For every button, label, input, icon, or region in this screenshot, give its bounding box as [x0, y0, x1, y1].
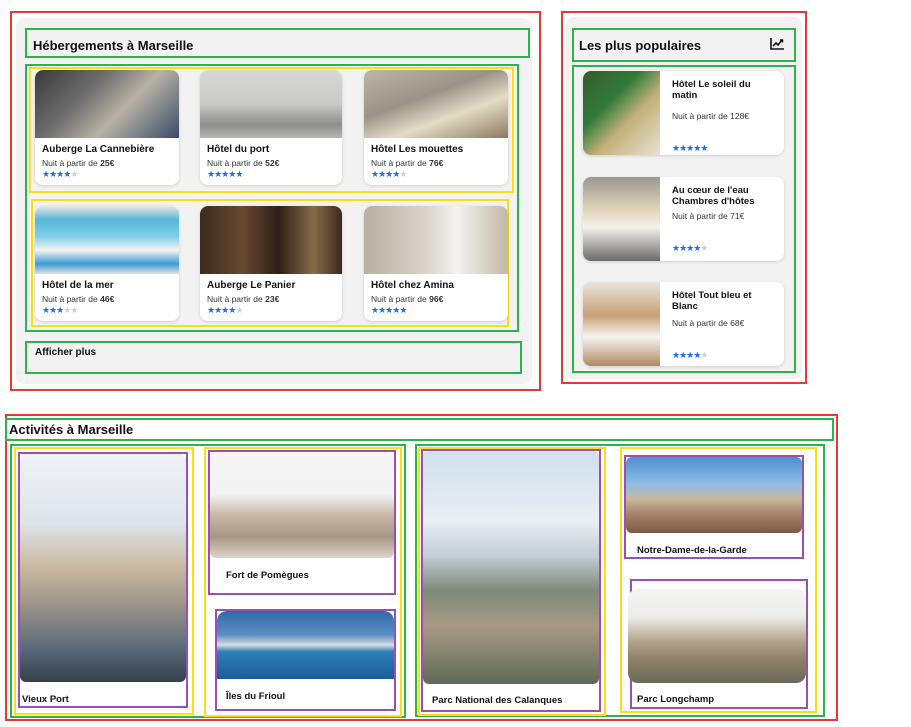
star-icon: ★: [700, 350, 708, 360]
activity-photo: [217, 611, 394, 679]
activity-name: Îles du Frioul: [226, 691, 286, 702]
activity-card[interactable]: Vieux Port: [18, 452, 188, 708]
hotel-photo: [200, 70, 342, 138]
show-more-button[interactable]: Afficher plus: [35, 347, 96, 358]
rating-stars: ★★★★★: [371, 169, 407, 179]
star-icon: ★: [70, 305, 78, 315]
rating-stars: ★★★★★: [672, 243, 708, 253]
activity-name: Parc Longchamp: [637, 694, 715, 705]
popular-hotel-card[interactable]: Hôtel Le soleil du matin Nuit à partir d…: [583, 71, 784, 155]
activity-card[interactable]: Parc Longchamp: [628, 579, 808, 709]
rating-stars: ★★★★★: [207, 305, 243, 315]
hotel-name: Hôtel chez Amina: [371, 280, 454, 291]
star-icon: ★: [235, 169, 243, 179]
hotel-photo: [35, 206, 179, 274]
star-icon: ★: [700, 143, 708, 153]
activity-name: Vieux Port: [22, 694, 69, 705]
rating-stars: ★★★★★: [371, 305, 407, 315]
hotel-name: Hôtel de la mer: [42, 280, 114, 291]
star-icon: ★: [70, 169, 78, 179]
activity-photo: [20, 454, 186, 682]
popular-title: Les plus populaires: [579, 38, 702, 53]
hotel-card[interactable]: Auberge Le Panier Nuit à partir de 23€ ★…: [200, 206, 342, 321]
hotel-name: Au cœur de l'eau Chambres d'hôtes: [672, 185, 755, 207]
activities-title: Activités à Marseille: [9, 422, 134, 437]
activity-card[interactable]: Notre-Dame-de-la-Garde: [624, 455, 804, 559]
hotel-price: Nuit à partir de 128€: [672, 111, 750, 121]
hotel-name: Hôtel du port: [207, 144, 270, 155]
hotel-card[interactable]: Auberge La Cannebière Nuit à partir de 2…: [35, 70, 179, 185]
activity-card[interactable]: Îles du Frioul: [215, 609, 396, 711]
rating-stars: ★★★★★: [207, 169, 243, 179]
hotel-photo: [583, 71, 660, 155]
hotel-name: Hôtel Le soleil du matin: [672, 79, 751, 101]
hotel-name: Hôtel Les mouettes: [371, 144, 464, 155]
star-icon: ★: [700, 243, 708, 253]
show-more-outline: [25, 341, 522, 374]
hotel-photo: [200, 206, 342, 274]
hotel-name: Hôtel Tout bleu et Blanc: [672, 290, 752, 312]
activity-photo: [628, 589, 806, 683]
activity-photo: [626, 457, 802, 533]
hotel-price: Nuit à partir de 46€: [42, 294, 115, 304]
rating-stars: ★★★★★: [672, 350, 708, 360]
star-icon: ★: [235, 305, 243, 315]
hotel-name: Auberge La Cannebière: [42, 144, 155, 155]
activity-name: Fort de Pomègues: [226, 570, 309, 581]
popular-hotel-card[interactable]: Hôtel Tout bleu et Blanc Nuit à partir d…: [583, 282, 784, 366]
activity-name: Parc National des Calanques: [432, 695, 563, 706]
activity-card[interactable]: Fort de Pomègues: [208, 450, 396, 595]
hotel-card[interactable]: Hôtel de la mer Nuit à partir de 46€ ★★★…: [35, 206, 179, 321]
hotel-name: Auberge Le Panier: [207, 280, 296, 291]
rating-stars: ★★★★★: [42, 305, 78, 315]
hotel-price: Nuit à partir de 76€: [371, 158, 444, 168]
hotel-card[interactable]: Hôtel Les mouettes Nuit à partir de 76€ …: [364, 70, 508, 185]
hotel-photo: [583, 177, 660, 261]
hotel-photo: [364, 70, 508, 138]
hotel-price: Nuit à partir de 52€: [207, 158, 280, 168]
hotel-photo: [364, 206, 508, 274]
activity-card[interactable]: Parc National des Calanques: [421, 449, 601, 712]
hotel-price: Nuit à partir de 23€: [207, 294, 280, 304]
hotel-photo: [35, 70, 179, 138]
rating-stars: ★★★★★: [42, 169, 78, 179]
popular-hotel-card[interactable]: Au cœur de l'eau Chambres d'hôtes Nuit à…: [583, 177, 784, 261]
activity-name: Notre-Dame-de-la-Garde: [637, 545, 747, 556]
star-icon: ★: [399, 305, 407, 315]
hotel-photo: [583, 282, 660, 366]
hotel-card[interactable]: Hôtel du port Nuit à partir de 52€ ★★★★★: [200, 70, 342, 185]
rating-stars: ★★★★★: [672, 143, 708, 153]
star-icon: ★: [399, 169, 407, 179]
activity-photo: [210, 452, 394, 558]
hotel-price: Nuit à partir de 25€: [42, 158, 115, 168]
popular-list-outline: Hôtel Le soleil du matin Nuit à partir d…: [572, 65, 796, 373]
accommodations-title: Hébergements à Marseille: [33, 38, 194, 53]
activity-photo: [423, 451, 599, 684]
hotel-price: Nuit à partir de 68€: [672, 318, 745, 328]
hotel-card[interactable]: Hôtel chez Amina Nuit à partir de 96€ ★★…: [364, 206, 508, 321]
trending-chart-icon: [770, 38, 784, 50]
hotel-price: Nuit à partir de 96€: [371, 294, 444, 304]
hotel-price: Nuit à partir de 71€: [672, 211, 745, 221]
